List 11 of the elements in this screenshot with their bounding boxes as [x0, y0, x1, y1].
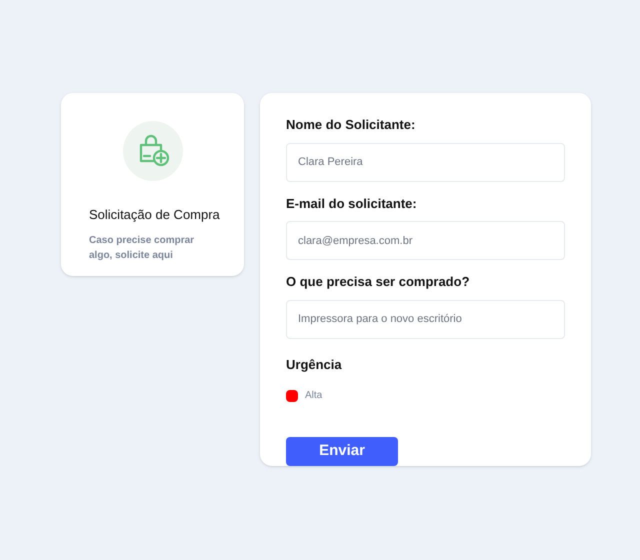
submit-button[interactable]: Enviar	[286, 437, 398, 466]
input-field[interactable]: clara@empresa.com.br	[286, 221, 565, 260]
field-label: E-mail do solicitante:	[286, 194, 418, 212]
field-label: O que precisa ser comprado?	[286, 273, 471, 291]
urgency-marker[interactable]	[286, 390, 298, 402]
urgency-label: Urgência	[286, 356, 343, 374]
urgency-option: Alta	[305, 388, 322, 403]
field-label: Nome do Solicitante:	[286, 116, 416, 134]
input-field[interactable]: Clara Pereira	[286, 142, 565, 182]
input-field[interactable]: Impressora para o novo escritório	[286, 300, 565, 338]
card-description: Caso precise comprar algo, solicite aqui	[89, 234, 196, 262]
